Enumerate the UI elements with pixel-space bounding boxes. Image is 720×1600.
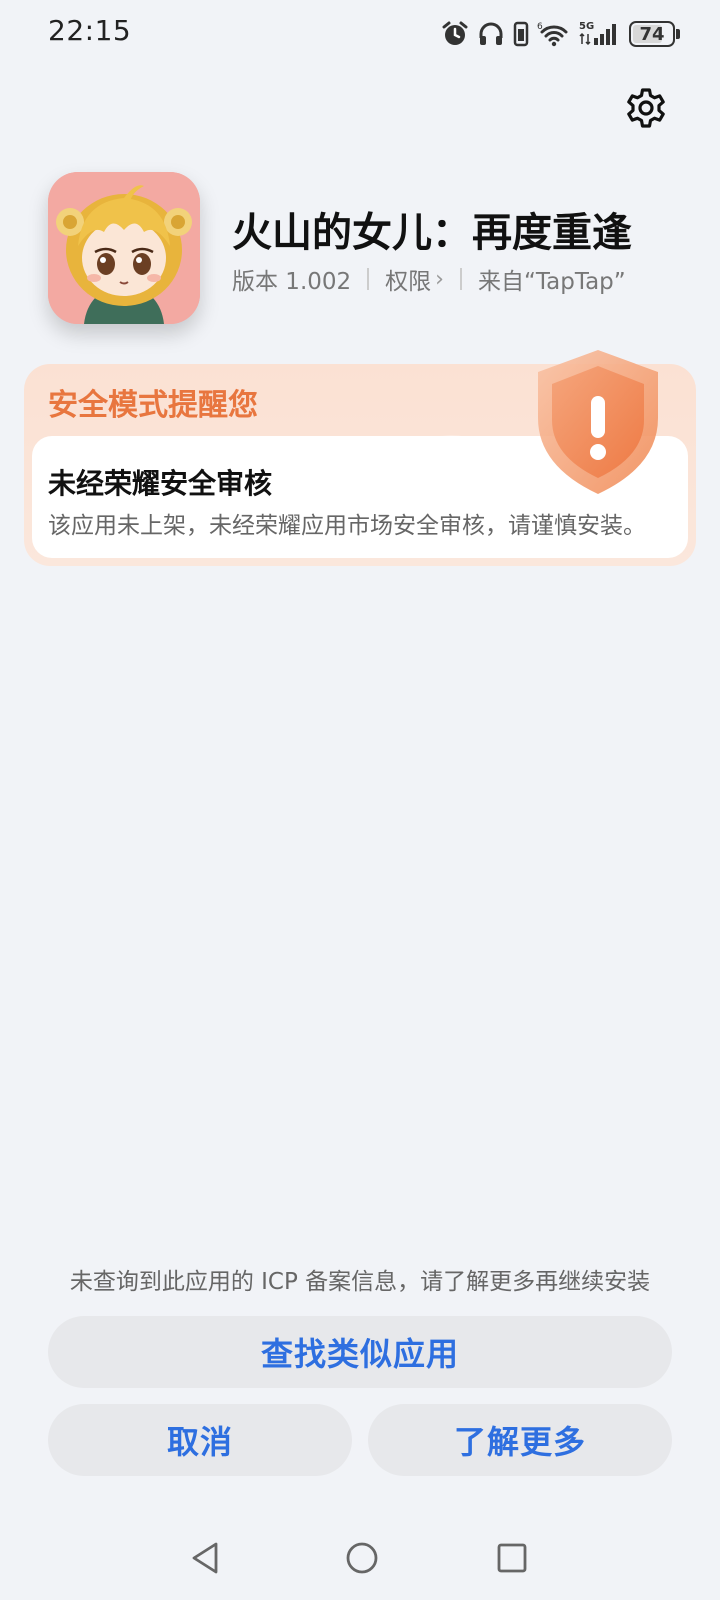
learn-more-button[interactable]: 了解更多 [368,1404,672,1476]
nav-recents-icon[interactable] [496,1542,528,1574]
app-version: 版本 1.002 [232,269,352,295]
app-source: 来自“TapTap” [477,269,626,295]
warning-title: 安全模式提醒您 [48,388,258,423]
warning-subtitle: 未经荣耀安全审核 [48,467,273,500]
permissions-link[interactable]: 权限 › [385,262,444,296]
vibrate-icon [513,21,529,47]
status-icons: 6 5G 74 [441,16,680,52]
permissions-label: 权限 [385,269,432,295]
icp-notice: 未查询到此应用的 ICP 备案信息，请了解更多再继续安装 [69,1269,651,1295]
cancel-button[interactable]: 取消 [48,1404,352,1476]
shield-warning-icon [538,350,658,494]
app-meta: 版本 1.002 权限 › 来自“TapTap” [232,262,626,296]
divider [459,268,462,290]
headphones-icon [479,22,503,45]
app-name: 火山的女儿：再度重逢 [232,210,632,256]
alarm-icon [442,21,468,45]
wifi-icon: 6 [537,22,568,47]
chevron-right-icon: › [435,266,444,292]
divider [367,268,370,290]
app-icon [48,172,200,324]
network-label: 5G [579,21,594,32]
battery-level: 74 [639,23,665,45]
signal-icon: 5G [579,21,616,46]
status-time: 22:15 [48,14,132,47]
find-similar-apps-button[interactable]: 查找类似应用 [48,1316,672,1388]
nav-back-icon[interactable] [188,1540,224,1576]
warning-description: 该应用未上架，未经荣耀应用市场安全审核，请谨慎安装。 [48,513,646,539]
settings-gear-icon[interactable] [624,86,668,130]
nav-home-icon[interactable] [344,1540,380,1576]
battery-icon: 74 [629,21,680,47]
